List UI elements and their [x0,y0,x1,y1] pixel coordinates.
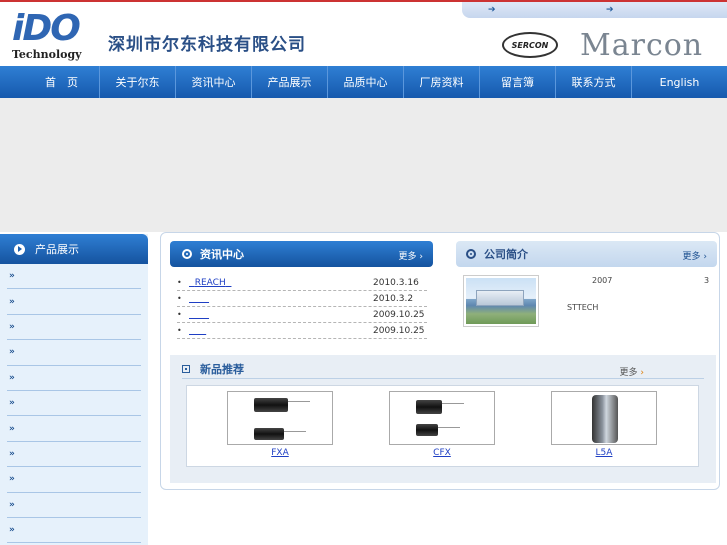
banner-area [0,98,727,232]
new-products-header: 新品推荐 更多 › [182,359,704,379]
sidebar-title: 产品展示 [35,243,79,256]
sidebar-item[interactable]: » [7,493,141,518]
news-list: • REACH 2010.3.16 • 2010.3.2 • 2009.10.2… [177,275,427,339]
target-icon [182,249,192,259]
sidebar-item[interactable]: » [7,340,141,366]
arrow-icon[interactable]: ➔ [606,5,614,15]
sidebar-header: 产品展示 [0,234,148,264]
sidebar-item[interactable]: » [7,518,141,544]
news-link[interactable] [189,326,206,336]
sidebar-item[interactable]: » [7,315,141,341]
nav-english[interactable]: English [632,66,727,98]
news-link[interactable] [189,294,209,304]
product-image-cfx[interactable] [389,391,495,445]
nav-products[interactable]: 产品展示 [252,66,328,98]
site-header: ➔ ➔ iDO Technology 深圳市尔东科技有限公司 SERCON Ma… [0,0,727,66]
new-products-section: 新品推荐 更多 › FXA CFX L5A [170,355,716,483]
capacitor-icon [254,398,310,412]
capacitor-icon [416,400,464,414]
nav-news[interactable]: 资讯中心 [176,66,252,98]
about-text-year: 2007 [592,276,613,285]
main-nav: 首 页 关于尔东 资讯中心 产品展示 品质中心 厂房资料 留言簿 联系方式 En… [0,66,727,98]
sidebar-item[interactable]: » [7,366,141,391]
sidebar-item[interactable]: » [7,467,141,493]
sidebar-item[interactable]: » [7,391,141,417]
sidebar-list: » » » » » » » » » » » [0,264,148,544]
news-title: 资讯中心 [200,248,244,261]
about-more-link[interactable]: 更多 › [683,249,707,262]
sidebar-item[interactable]: » [7,264,141,290]
main-panel: 资讯中心 更多 › • REACH 2010.3.16 • 2010.3.2 •… [160,232,720,490]
play-icon [14,243,25,255]
sidebar-item[interactable]: » [7,289,141,315]
nav-about[interactable]: 关于尔东 [100,66,176,98]
news-date: 2009.10.25 [373,325,425,336]
product-link-cfx[interactable]: CFX [389,448,495,458]
square-bullet-icon [182,364,190,373]
sidebar-item[interactable]: » [7,442,141,468]
about-text-brand: STTECH [567,303,599,312]
about-text-num: 3 [704,276,710,285]
about-header: 公司简介 更多 › [456,241,717,267]
news-item: • 2009.10.25 [177,323,427,339]
sidebar-item[interactable]: » [7,416,141,442]
product-link-l5a[interactable]: L5A [551,448,657,458]
news-item: • 2009.10.25 [177,307,427,323]
capacitor-icon [416,424,460,436]
top-link-bar: ➔ ➔ [462,2,727,18]
news-more-link[interactable]: 更多 › [399,249,423,262]
product-image-fxa[interactable] [227,391,333,445]
marcon-logo: Marcon [580,28,704,63]
capacitor-icon [254,428,306,440]
company-logo[interactable]: iDO Technology [12,10,104,62]
bullet-icon: • [177,294,182,303]
news-header: 资讯中心 更多 › [170,241,433,267]
logo-mark: iDO [12,8,81,49]
product-image-l5a[interactable] [551,391,657,445]
news-link[interactable]: REACH [189,278,231,288]
target-icon [466,249,476,259]
bullet-icon: • [177,278,182,287]
arrow-icon[interactable]: ➔ [488,5,496,15]
bullet-icon: • [177,310,182,319]
logo-subtitle: Technology [12,48,82,61]
nav-home[interactable]: 首 页 [0,66,100,98]
news-date: 2010.3.16 [373,277,419,288]
nav-factory[interactable]: 厂房资料 [404,66,480,98]
news-item: • REACH 2010.3.16 [177,275,427,291]
nav-guestbook[interactable]: 留言簿 [480,66,556,98]
capacitor-icon [592,395,618,443]
factory-photo[interactable] [463,275,539,327]
new-products-title: 新品推荐 [200,362,244,376]
news-date: 2009.10.25 [373,309,425,320]
new-products-more-link[interactable]: 更多 › [620,365,645,378]
new-products-grid: FXA CFX L5A [186,385,699,467]
sidebar: 产品展示 » » » » » » » » » » » [0,234,148,545]
bullet-icon: • [177,326,182,335]
nav-contact[interactable]: 联系方式 [556,66,632,98]
news-link[interactable] [189,310,209,320]
nav-quality[interactable]: 品质中心 [328,66,404,98]
product-link-fxa[interactable]: FXA [227,448,333,458]
company-name: 深圳市尔东科技有限公司 [108,35,306,55]
about-title: 公司简介 [484,248,528,261]
sercon-logo: SERCON [502,32,558,58]
news-date: 2010.3.2 [373,293,414,304]
news-item: • 2010.3.2 [177,291,427,307]
